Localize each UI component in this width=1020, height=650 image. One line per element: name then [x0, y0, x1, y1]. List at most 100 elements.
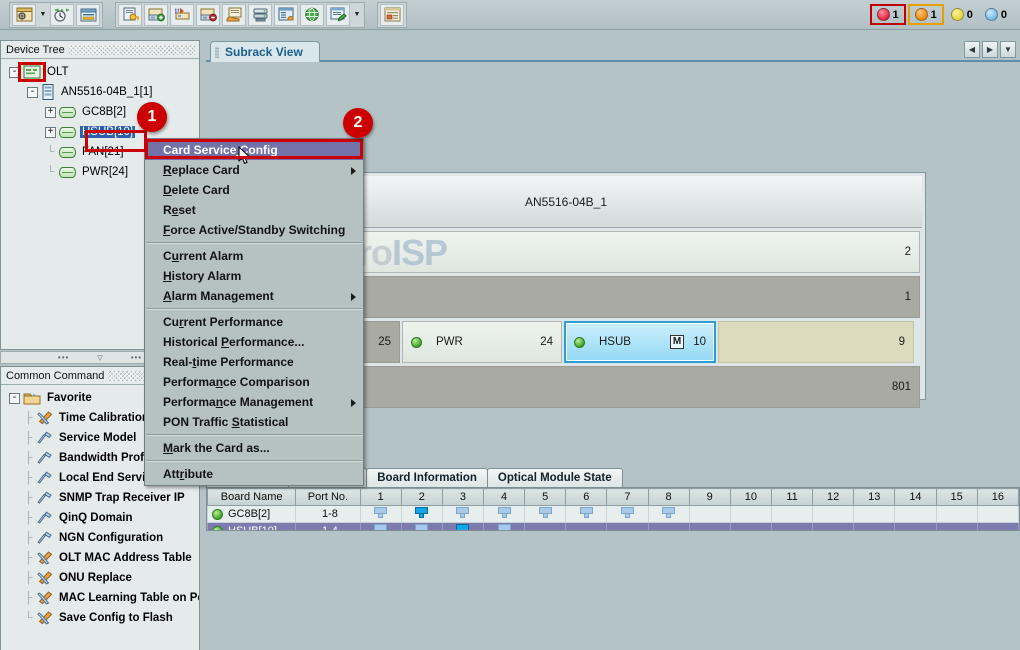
cell-port-5[interactable]	[525, 506, 566, 523]
tree-node-olt[interactable]: -OLT	[1, 62, 199, 82]
hand-card-icon[interactable]	[222, 4, 246, 26]
menu-item-pon-traffic-statistical[interactable]: PON Traffic Statistical	[145, 412, 363, 432]
cell-port-8[interactable]	[648, 523, 689, 532]
menu-item-mark-the-card-as[interactable]: Mark the Card as...	[145, 438, 363, 458]
column-header-16[interactable]: 16	[977, 489, 1018, 506]
cell-port-7[interactable]	[607, 506, 648, 523]
rj45-port-icon[interactable]	[456, 524, 469, 531]
menu-item-performance-comparison[interactable]: Performance Comparison	[145, 372, 363, 392]
command-item-onu-replace[interactable]: ├ONU Replace	[1, 568, 199, 588]
menu-item-replace-card[interactable]: Replace Card	[145, 160, 363, 180]
subrack-slot-hsub[interactable]: HSUBM10	[564, 321, 716, 363]
rj45-port-icon[interactable]	[498, 524, 511, 531]
collapse-icon[interactable]: -	[27, 87, 38, 98]
menu-item-current-performance[interactable]: Current Performance	[145, 312, 363, 332]
column-header-13[interactable]: 13	[854, 489, 895, 506]
rj45-port-icon[interactable]	[539, 507, 552, 518]
alarm-critical[interactable]: 1	[870, 4, 906, 25]
rj45-port-icon[interactable]	[415, 524, 428, 531]
command-item-olt-mac-address-table[interactable]: ├OLT MAC Address Table	[1, 548, 199, 568]
cell-port-6[interactable]	[566, 506, 607, 523]
rj45-port-icon[interactable]	[374, 507, 387, 518]
cell-port-15[interactable]	[936, 523, 977, 532]
menu-item-current-alarm[interactable]: Current Alarm	[145, 246, 363, 266]
report-dropdown-arrow[interactable]: ▼	[351, 4, 363, 26]
column-header-12[interactable]: 12	[813, 489, 854, 506]
cell-port-3[interactable]	[442, 506, 483, 523]
column-header-11[interactable]: 11	[771, 489, 812, 506]
cell-port-2[interactable]	[401, 506, 442, 523]
topology-dropdown-arrow[interactable]: ▼	[37, 4, 49, 26]
column-header-6[interactable]: 6	[566, 489, 607, 506]
column-header-board-name[interactable]: Board Name	[208, 489, 296, 506]
expand-icon[interactable]: +	[45, 107, 56, 118]
column-header-2[interactable]: 2	[401, 489, 442, 506]
column-header-3[interactable]: 3	[442, 489, 483, 506]
subrack-slot-empty[interactable]: 9	[718, 321, 914, 363]
cell-port-14[interactable]	[895, 523, 936, 532]
command-item-mac-learning-table-on-port[interactable]: ├MAC Learning Table on Port	[1, 588, 199, 608]
menu-item-real-time-performance[interactable]: Real-time Performance	[145, 352, 363, 372]
column-header-5[interactable]: 5	[525, 489, 566, 506]
alarm-warning[interactable]: 0	[980, 6, 1012, 23]
command-item-qinq-domain[interactable]: ├QinQ Domain	[1, 508, 199, 528]
tree-node-gc8b-2-[interactable]: +GC8B[2]	[1, 102, 199, 122]
cell-port-4[interactable]	[483, 523, 524, 532]
cell-port-3[interactable]	[442, 523, 483, 532]
table-row[interactable]: GC8B[2]1-8	[208, 506, 1019, 523]
command-item-snmp-trap-receiver-ip[interactable]: ├SNMP Trap Receiver IP	[1, 488, 199, 508]
cell-port-9[interactable]	[689, 506, 730, 523]
cell-port-13[interactable]	[854, 523, 895, 532]
cell-port-15[interactable]	[936, 506, 977, 523]
menu-item-historical-performance[interactable]: Historical Performance...	[145, 332, 363, 352]
prev-tab-icon[interactable]: ◀	[964, 41, 980, 58]
menu-item-reset[interactable]: Reset	[145, 200, 363, 220]
cell-port-9[interactable]	[689, 523, 730, 532]
column-header-port-no-[interactable]: Port No.	[296, 489, 360, 506]
auth-key-icon[interactable]	[118, 4, 142, 26]
tree-node-an5516-04b_1-1-[interactable]: -AN5516-04B_1[1]	[1, 82, 199, 102]
onu-list-icon[interactable]	[76, 4, 100, 26]
bottom-tab-board-information[interactable]: Board Information	[366, 468, 488, 487]
collapse-icon[interactable]: -	[9, 67, 20, 78]
column-header-8[interactable]: 8	[648, 489, 689, 506]
cell-port-6[interactable]	[566, 523, 607, 532]
rj45-port-icon[interactable]	[374, 524, 387, 531]
cell-port-7[interactable]	[607, 523, 648, 532]
port-status-table-wrapper[interactable]: Board NamePort No.1234567891011121314151…	[206, 487, 1020, 531]
cell-port-11[interactable]	[771, 506, 812, 523]
cell-port-16[interactable]	[977, 523, 1018, 532]
rj45-port-icon[interactable]	[456, 507, 469, 518]
column-header-7[interactable]: 7	[607, 489, 648, 506]
cell-port-1[interactable]	[360, 523, 401, 532]
cell-port-10[interactable]	[730, 506, 771, 523]
window-icon[interactable]	[380, 4, 404, 26]
report-icon[interactable]	[326, 4, 350, 26]
column-header-15[interactable]: 15	[936, 489, 977, 506]
alarm-minor[interactable]: 0	[946, 6, 978, 23]
alarm-major[interactable]: 1	[908, 4, 944, 25]
cell-port-16[interactable]	[977, 506, 1018, 523]
menu-item-performance-management[interactable]: Performance Management	[145, 392, 363, 412]
rj45-port-icon[interactable]	[580, 507, 593, 518]
menu-item-force-active-standby-switching[interactable]: Force Active/Standby Switching	[145, 220, 363, 240]
cell-port-13[interactable]	[854, 506, 895, 523]
cell-port-8[interactable]	[648, 506, 689, 523]
rj45-port-icon[interactable]	[662, 507, 675, 518]
cell-port-4[interactable]	[483, 506, 524, 523]
rj45-port-icon[interactable]	[498, 507, 511, 518]
subrack-slot-pwr[interactable]: PWR24	[402, 321, 562, 363]
menu-item-card-service-config[interactable]: Card Service Config	[145, 140, 363, 160]
menu-item-alarm-management[interactable]: Alarm Management	[145, 286, 363, 306]
rj45-port-icon[interactable]	[621, 507, 634, 518]
server-list-icon[interactable]	[274, 4, 298, 26]
table-row[interactable]: HSUB[10]1-4	[208, 523, 1019, 532]
command-item-ngn-configuration[interactable]: ├NGN Configuration	[1, 528, 199, 548]
command-item-save-config-to-flash[interactable]: └Save Config to Flash	[1, 608, 199, 628]
card-context-menu[interactable]: Card Service ConfigReplace CardDelete Ca…	[144, 138, 364, 486]
cell-port-1[interactable]	[360, 506, 401, 523]
tab-subrack-view[interactable]: Subrack View	[210, 41, 320, 62]
splitter-collapse-icon[interactable]: ▽	[97, 354, 102, 362]
cell-port-2[interactable]	[401, 523, 442, 532]
remove-device-icon[interactable]	[196, 4, 220, 26]
